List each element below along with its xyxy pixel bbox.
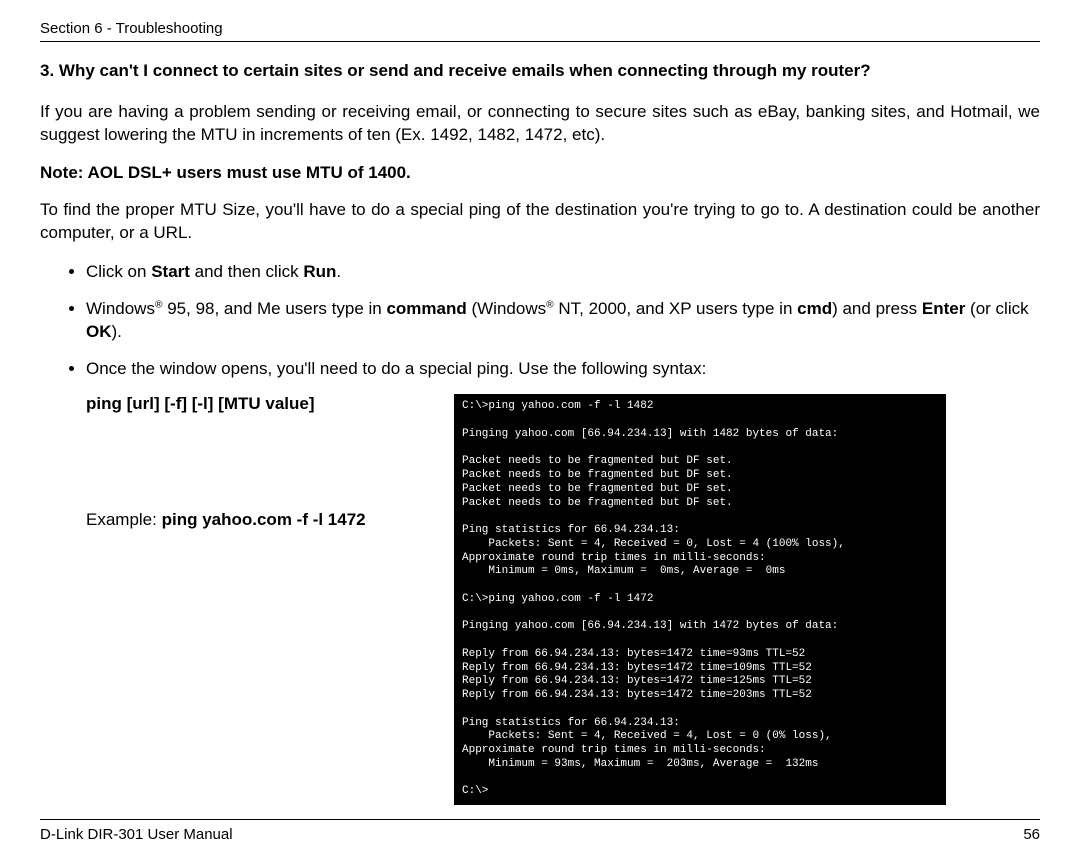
text: (or click	[965, 299, 1028, 318]
kw-enter: Enter	[922, 299, 965, 318]
bullet-1: Click on Start and then click Run.	[86, 261, 1040, 284]
instruction-list: Click on Start and then click Run. Windo…	[86, 261, 1040, 381]
term-line: Packet needs to be fragmented but DF set…	[462, 483, 733, 495]
reg-mark: ®	[546, 299, 554, 310]
text: (Windows	[467, 299, 546, 318]
term-line: C:\>ping yahoo.com -f -l 1482	[462, 400, 653, 412]
text: 95, 98, and Me users type in	[162, 299, 386, 318]
ping-example: Example: ping yahoo.com -f -l 1472	[86, 510, 426, 530]
term-line: Minimum = 93ms, Maximum = 203ms, Average…	[462, 758, 818, 770]
syntax-left: ping [url] [-f] [-l] [MTU value] Example…	[86, 394, 426, 530]
term-line: Ping statistics for 66.94.234.13:	[462, 717, 680, 729]
text: NT, 2000, and XP users type in	[554, 299, 798, 318]
term-line: Packet needs to be fragmented but DF set…	[462, 497, 733, 509]
footer-page-number: 56	[1023, 826, 1040, 843]
note-aol: Note: AOL DSL+ users must use MTU of 140…	[40, 163, 1040, 183]
ping-syntax: ping [url] [-f] [-l] [MTU value]	[86, 394, 426, 414]
footer-manual-title: D-Link DIR-301 User Manual	[40, 826, 233, 843]
term-line: C:\>ping yahoo.com -f -l 1472	[462, 593, 653, 605]
main-content: 3. Why can't I connect to certain sites …	[40, 60, 1040, 805]
term-line: Packets: Sent = 4, Received = 4, Lost = …	[462, 730, 832, 742]
term-line: Pinging yahoo.com [66.94.234.13] with 14…	[462, 620, 838, 632]
syntax-row: ping [url] [-f] [-l] [MTU value] Example…	[40, 394, 1040, 805]
terminal-output: C:\>ping yahoo.com -f -l 1482 Pinging ya…	[454, 394, 946, 805]
term-line: Reply from 66.94.234.13: bytes=1472 time…	[462, 689, 812, 701]
question-heading: 3. Why can't I connect to certain sites …	[40, 60, 1040, 83]
text: ).	[112, 322, 122, 341]
term-line: Minimum = 0ms, Maximum = 0ms, Average = …	[462, 565, 785, 577]
kw-cmd: cmd	[797, 299, 832, 318]
term-line: Packet needs to be fragmented but DF set…	[462, 469, 733, 481]
term-line: Approximate round trip times in milli-se…	[462, 744, 766, 756]
paragraph-1: If you are having a problem sending or r…	[40, 101, 1040, 147]
text: Windows	[86, 299, 155, 318]
term-line: Packets: Sent = 4, Received = 0, Lost = …	[462, 538, 845, 550]
term-line: Ping statistics for 66.94.234.13:	[462, 524, 680, 536]
bullet-2: Windows ® 95, 98, and Me users type in co…	[86, 298, 1040, 344]
example-command: ping yahoo.com -f -l 1472	[162, 510, 366, 529]
section-label: Section 6 - Troubleshooting	[40, 20, 223, 37]
term-line: Packet needs to be fragmented but DF set…	[462, 455, 733, 467]
page-header: Section 6 - Troubleshooting	[40, 20, 1040, 42]
term-line: Reply from 66.94.234.13: bytes=1472 time…	[462, 675, 812, 687]
question-text: Why can't I connect to certain sites or …	[59, 61, 871, 80]
bullet-3: Once the window opens, you'll need to do…	[86, 358, 1040, 381]
text: .	[336, 262, 341, 281]
text: and then click	[190, 262, 303, 281]
page-footer: D-Link DIR-301 User Manual 56	[40, 819, 1040, 843]
term-line: Reply from 66.94.234.13: bytes=1472 time…	[462, 662, 812, 674]
term-line: C:\>	[462, 785, 488, 797]
text: Click on	[86, 262, 151, 281]
text: ) and press	[832, 299, 922, 318]
kw-ok: OK	[86, 322, 112, 341]
question-number: 3.	[40, 61, 54, 80]
term-line: Approximate round trip times in milli-se…	[462, 552, 766, 564]
kw-start: Start	[151, 262, 190, 281]
example-label: Example:	[86, 510, 162, 529]
term-line: Pinging yahoo.com [66.94.234.13] with 14…	[462, 428, 838, 440]
paragraph-2: To find the proper MTU Size, you'll have…	[40, 199, 1040, 245]
kw-command: command	[386, 299, 466, 318]
term-line: Reply from 66.94.234.13: bytes=1472 time…	[462, 648, 805, 660]
kw-run: Run	[303, 262, 336, 281]
